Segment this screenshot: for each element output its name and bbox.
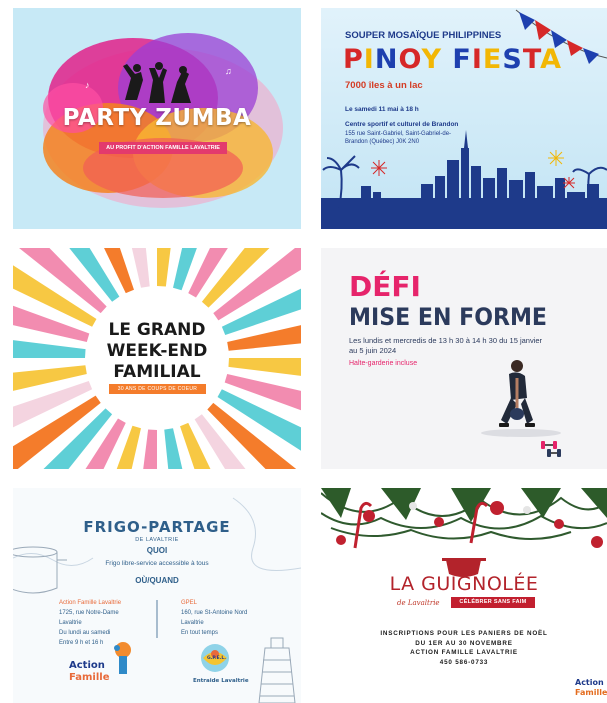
location-left-line: 1725, rue Notre-Dame xyxy=(59,610,119,616)
location-right: GPEL 160, rue St-Antoine Nord Lavaltrie … xyxy=(181,598,281,638)
event-subtitle: DE LAVALTRIE xyxy=(135,537,179,543)
title-line-2: WEEK-END xyxy=(106,341,208,361)
action-famille-logo-text-2: Famille xyxy=(69,672,110,683)
event-card-grand-weekend[interactable]: LE GRAND WEEK-END FAMILIAL 30 ANS DE COU… xyxy=(13,248,301,469)
title-letter xyxy=(442,44,452,75)
entraide-lavaltrie-text: Entraide Lavaltrie xyxy=(193,678,249,684)
location-right-head: GPEL xyxy=(181,600,198,606)
title-letter: E xyxy=(482,44,503,75)
info-line: INSCRIPTIONS POUR LES PANIERS DE NOËL xyxy=(380,630,548,637)
action-famille-logo-text: Action xyxy=(575,678,604,687)
event-subtitle: AU PROFIT D'ACTION FAMILLE LAVALTRIE xyxy=(99,142,227,154)
event-info: INSCRIPTIONS POUR LES PANIERS DE NOËL DU… xyxy=(321,629,607,667)
location-right-line: Lavaltrie xyxy=(181,620,204,626)
dumbbell-icon xyxy=(541,441,557,449)
title-letter: T xyxy=(522,44,541,75)
event-card-guignolee[interactable]: LA GUIGNOLÉE de Lavaltrie CÉLÉBRER SANS … xyxy=(321,488,607,703)
title-letter: I xyxy=(471,44,483,75)
event-schedule: Les lundis et mercredis de 13 h 30 à 14 … xyxy=(349,336,543,355)
event-tagline: 7000 îles à un lac xyxy=(345,80,423,91)
dancers-silhouette-icon xyxy=(123,62,191,103)
city-skyline-graphic xyxy=(321,8,607,229)
title-letter: F xyxy=(452,44,472,75)
title-line-3: FAMILIAL xyxy=(113,362,201,382)
grater-icon xyxy=(258,637,296,703)
event-badge: CÉLÉBRER SANS FAIM xyxy=(451,597,535,608)
event-title-line-2: MISE EN FORME xyxy=(349,303,548,331)
action-famille-logo-text: Action xyxy=(69,660,105,671)
title-letter: P xyxy=(343,44,364,75)
location-left-line: Entre 9 h et 16 h xyxy=(59,640,104,646)
location-left-head: Action Famille Lavaltrie xyxy=(59,600,122,606)
title-line-1: LE GRAND xyxy=(108,320,206,340)
event-title: LE GRAND WEEK-END FAMILIAL xyxy=(13,320,301,383)
title-letter: A xyxy=(540,44,563,75)
event-title: LA GUIGNOLÉE xyxy=(389,573,539,595)
title-letter: I xyxy=(363,44,375,75)
quoi-text: Frigo libre-service accessible à tous xyxy=(105,560,209,567)
info-line: ACTION FAMILLE LAVALTRIE xyxy=(410,649,518,656)
event-card-pinoy-fiesta[interactable]: SOUPER MOSAÏQUE PHILIPPINES PINOY FIESTA… xyxy=(321,8,607,229)
event-title: FRIGO-PARTAGE xyxy=(83,518,231,536)
ou-quand-label: OÙ/QUAND xyxy=(135,576,179,585)
event-title-line-1: DÉFI xyxy=(349,270,421,303)
event-address: 155 rue Saint-Gabriel, Saint-Gabriel-de-… xyxy=(345,131,452,145)
quoi-label: QUOI xyxy=(146,546,168,555)
svg-text:♫: ♫ xyxy=(225,66,232,76)
title-letter: O xyxy=(398,44,422,75)
event-subtitle: 30 ANS DE COUPS DE COEUR xyxy=(109,384,206,394)
info-line: DU 1ER AU 30 NOVEMBRE xyxy=(415,639,513,647)
event-note: Halte-garderie incluse xyxy=(349,360,418,367)
event-venue: Centre sportif et culturel de Brandon xyxy=(345,121,459,128)
event-kicker: SOUPER MOSAÏQUE PHILIPPINES xyxy=(345,30,502,41)
christmas-garland-graphic xyxy=(321,488,607,577)
event-title: PINOY FIESTA xyxy=(343,44,562,75)
action-famille-logo-text-2: Famille xyxy=(575,688,607,697)
event-card-defi[interactable]: DÉFI MISE EN FORME Les lundis et mercred… xyxy=(321,248,607,469)
event-card-party-zumba[interactable]: ♪ ♫ PARTY ZUMBA AU PROFIT D'ACTION FAMIL… xyxy=(13,8,301,229)
event-date: Le samedi 11 mai à 18 h xyxy=(345,106,419,113)
gpel-logo-text: G.P.E.L. xyxy=(207,656,226,661)
title-letter: Y xyxy=(421,44,443,75)
event-title: PARTY ZUMBA xyxy=(62,105,252,131)
title-letter: N xyxy=(374,44,399,75)
location-left-line: Du lundi au samedi xyxy=(59,630,111,636)
location-right-line: 160, rue St-Antoine Nord xyxy=(181,610,248,616)
title-letter: S xyxy=(502,44,523,75)
event-location-script: de Lavaltrie xyxy=(397,599,440,607)
location-left: Action Famille Lavaltrie 1725, rue Notre… xyxy=(59,598,159,648)
location-right-line: En tout temps xyxy=(181,630,219,636)
location-left-line: Lavaltrie xyxy=(59,620,82,626)
svg-text:♪: ♪ xyxy=(85,80,90,90)
event-card-frigo-partage[interactable]: FRIGO-PARTAGE DE LAVALTRIE QUOI Frigo li… xyxy=(13,488,301,703)
info-line: 450 586-0733 xyxy=(439,658,489,666)
